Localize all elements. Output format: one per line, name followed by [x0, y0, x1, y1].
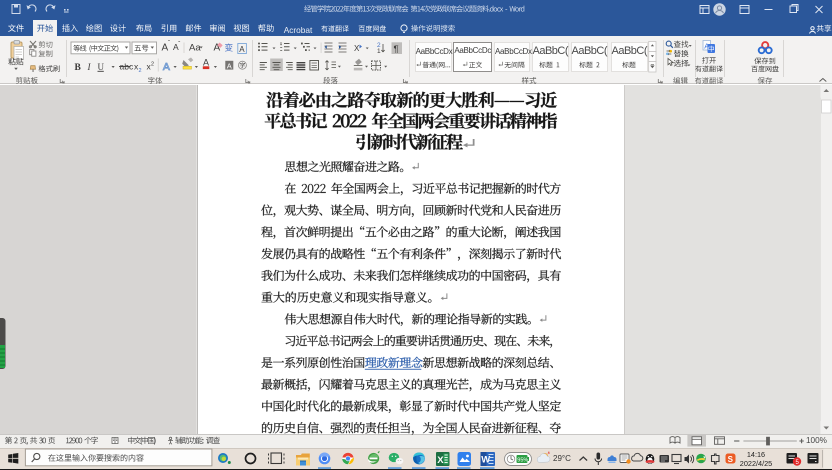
svg-text:U: U — [98, 62, 105, 72]
svg-text:¶: ¶ — [394, 44, 399, 55]
svg-text:A: A — [239, 45, 245, 54]
svg-text:A: A — [203, 58, 209, 68]
svg-text:ˇ: ˇ — [178, 42, 180, 48]
svg-text:X: X — [354, 44, 360, 53]
svg-text:X: X — [437, 455, 444, 466]
svg-text:S: S — [728, 455, 734, 464]
svg-text:B: B — [75, 63, 82, 73]
svg-text:1: 1 — [377, 48, 381, 55]
svg-text:2: 2 — [139, 68, 142, 74]
svg-text:A: A — [163, 61, 170, 73]
svg-text:Aa: Aa — [189, 43, 201, 54]
svg-text:I: I — [87, 62, 92, 72]
svg-text:2: 2 — [151, 62, 154, 68]
svg-text:ˆ: ˆ — [168, 41, 170, 47]
svg-text:A: A — [227, 61, 232, 70]
svg-text:95%: 95% — [517, 458, 528, 464]
